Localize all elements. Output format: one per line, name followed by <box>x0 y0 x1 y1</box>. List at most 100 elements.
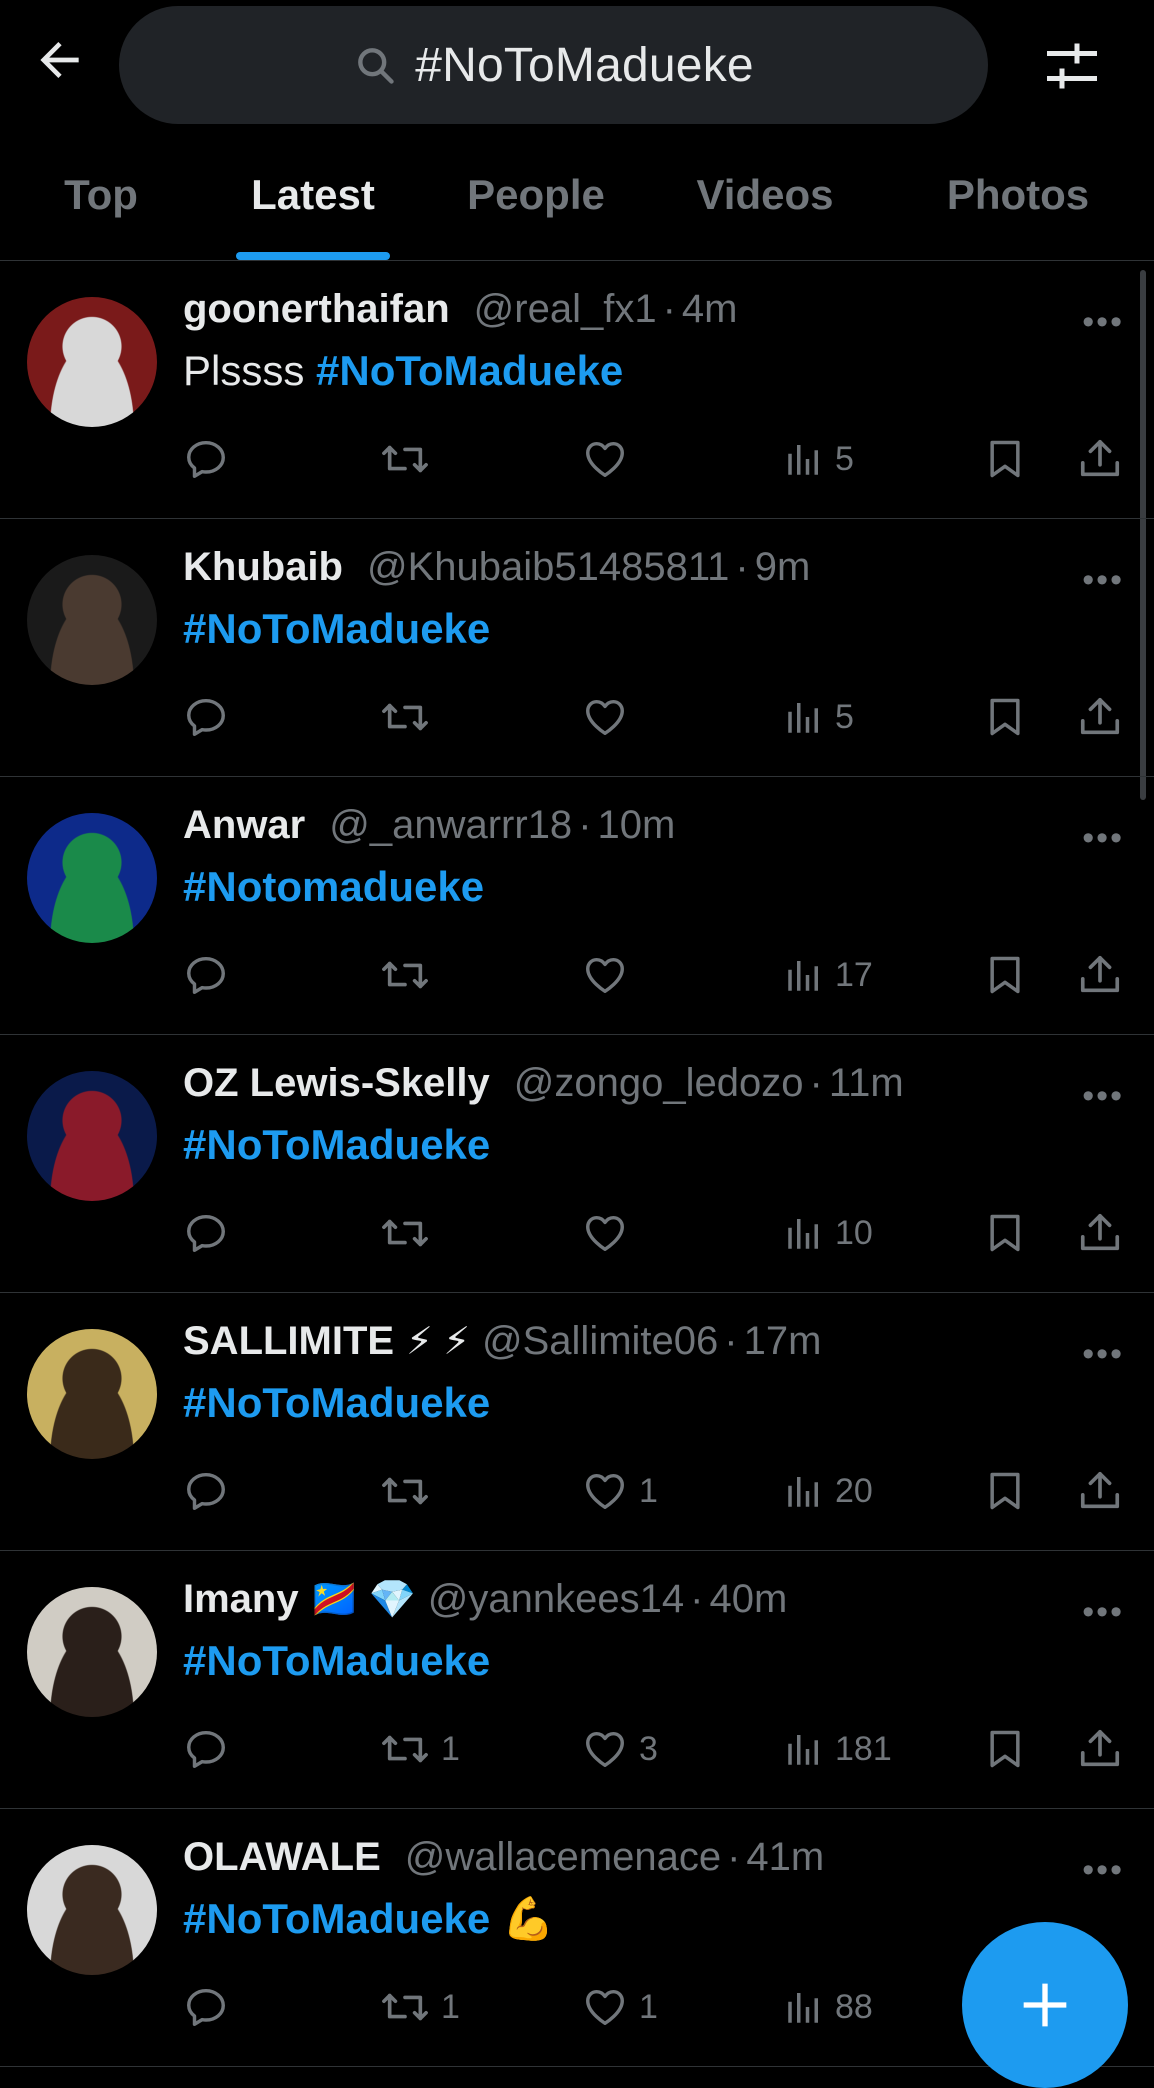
avatar[interactable] <box>27 813 157 943</box>
tweet-row[interactable]: OZ Lewis-Skelly @zongo_ledozo · 11m ••• … <box>0 1035 1154 1293</box>
bookmark-button[interactable] <box>983 1719 1027 1779</box>
bookmark-button[interactable] <box>983 1203 1027 1263</box>
timestamp[interactable]: 11m <box>829 1061 904 1106</box>
tweet-row[interactable]: Anwar @_anwarrr18 · 10m ••• #Notomadueke… <box>0 777 1154 1035</box>
display-name[interactable]: Anwar <box>183 803 305 848</box>
reply-button[interactable] <box>183 429 239 489</box>
views-button[interactable]: 20 <box>783 1461 873 1521</box>
more-options-button[interactable]: ••• <box>1082 1593 1124 1632</box>
like-button[interactable]: 1 <box>581 1977 658 2037</box>
hashtag-link[interactable]: #Notomadueke <box>183 863 484 910</box>
user-handle[interactable]: @Khubaib51485811 <box>367 545 729 590</box>
like-button[interactable] <box>581 1203 639 1263</box>
more-options-button[interactable]: ••• <box>1082 819 1124 858</box>
like-button[interactable]: 3 <box>581 1719 658 1779</box>
timestamp[interactable]: 4m <box>682 287 738 332</box>
reply-button[interactable] <box>183 1719 239 1779</box>
hashtag-link[interactable]: #NoToMadueke <box>183 1895 490 1942</box>
views-button[interactable]: 17 <box>783 945 873 1005</box>
user-handle[interactable]: @_anwarrr18 <box>329 803 572 848</box>
hashtag-link[interactable]: #NoToMadueke <box>183 605 490 652</box>
timestamp[interactable]: 17m <box>744 1319 822 1364</box>
back-button[interactable] <box>28 28 92 92</box>
like-button[interactable] <box>581 429 639 489</box>
retweet-icon <box>379 436 431 482</box>
like-button[interactable] <box>581 687 639 747</box>
like-button[interactable] <box>581 945 639 1005</box>
compose-button[interactable] <box>962 1922 1128 2088</box>
avatar[interactable] <box>27 555 157 685</box>
reply-button[interactable] <box>183 1203 239 1263</box>
more-options-button[interactable]: ••• <box>1082 1851 1124 1890</box>
tab-latest[interactable]: Latest <box>220 130 406 260</box>
more-options-button[interactable]: ••• <box>1082 303 1124 342</box>
timestamp[interactable]: 10m <box>598 803 676 848</box>
tab-photos[interactable]: Photos <box>920 130 1116 260</box>
more-options-button[interactable]: ••• <box>1082 561 1124 600</box>
share-button[interactable] <box>1077 1203 1123 1263</box>
user-handle[interactable]: @Sallimite06 <box>482 1319 718 1364</box>
avatar[interactable] <box>27 1587 157 1717</box>
avatar[interactable] <box>27 1071 157 1201</box>
share-button[interactable] <box>1077 1461 1123 1521</box>
retweet-button[interactable]: 1 <box>379 1719 460 1779</box>
views-button[interactable]: 88 <box>783 1977 873 2037</box>
timestamp[interactable]: 9m <box>755 545 811 590</box>
display-name[interactable]: OZ Lewis-Skelly <box>183 1061 490 1106</box>
bookmark-button[interactable] <box>983 687 1027 747</box>
views-button[interactable]: 5 <box>783 687 854 747</box>
display-name[interactable]: SALLIMITE <box>183 1319 394 1364</box>
tweet-row[interactable]: Khubaib @Khubaib51485811 · 9m ••• #NoToM… <box>0 519 1154 777</box>
tab-people[interactable]: People <box>450 130 622 260</box>
bookmark-button[interactable] <box>983 945 1027 1005</box>
bookmark-button[interactable] <box>983 1461 1027 1521</box>
user-handle[interactable]: @yannkees14 <box>428 1577 684 1622</box>
share-button[interactable] <box>1077 687 1123 747</box>
reply-button[interactable] <box>183 945 239 1005</box>
bookmark-button[interactable] <box>983 429 1027 489</box>
user-handle[interactable]: @wallacemenace <box>405 1835 721 1880</box>
hashtag-link[interactable]: #NoToMadueke <box>316 347 623 394</box>
reply-button[interactable] <box>183 1977 239 2037</box>
user-handle[interactable]: @zongo_ledozo <box>514 1061 804 1106</box>
hashtag-link[interactable]: #NoToMadueke <box>183 1379 490 1426</box>
avatar[interactable] <box>27 1329 157 1459</box>
search-input[interactable]: #NoToMadueke <box>119 6 988 124</box>
reply-button[interactable] <box>183 687 239 747</box>
share-button[interactable] <box>1077 945 1123 1005</box>
like-button[interactable]: 1 <box>581 1461 658 1521</box>
tab-videos[interactable]: Videos <box>680 130 850 260</box>
like-count: 1 <box>639 1987 658 2026</box>
display-name[interactable]: Imany <box>183 1577 299 1622</box>
tweet-row[interactable]: Imany 🇨🇩 💎 @yannkees14 · 40m ••• #NoToMa… <box>0 1551 1154 1809</box>
tab-top[interactable]: Top <box>40 130 162 260</box>
search-filter-button[interactable] <box>1036 30 1108 102</box>
retweet-button[interactable] <box>379 1203 441 1263</box>
more-icon: ••• <box>1082 1335 1124 1373</box>
avatar[interactable] <box>27 1845 157 1975</box>
retweet-button[interactable] <box>379 429 441 489</box>
retweet-button[interactable] <box>379 945 441 1005</box>
reply-button[interactable] <box>183 1461 239 1521</box>
display-name[interactable]: goonerthaifan <box>183 287 450 332</box>
retweet-button[interactable] <box>379 1461 441 1521</box>
display-name[interactable]: Khubaib <box>183 545 343 590</box>
retweet-button[interactable]: 1 <box>379 1977 460 2037</box>
display-name[interactable]: OLAWALE <box>183 1835 381 1880</box>
more-options-button[interactable]: ••• <box>1082 1335 1124 1374</box>
views-button[interactable]: 5 <box>783 429 854 489</box>
share-button[interactable] <box>1077 1719 1123 1779</box>
hashtag-link[interactable]: #NoToMadueke <box>183 1637 490 1684</box>
tweet-row[interactable]: SALLIMITE ⚡ ⚡ @Sallimite06 · 17m ••• #No… <box>0 1293 1154 1551</box>
views-button[interactable]: 181 <box>783 1719 892 1779</box>
share-button[interactable] <box>1077 429 1123 489</box>
timestamp[interactable]: 40m <box>709 1577 787 1622</box>
retweet-button[interactable] <box>379 687 441 747</box>
hashtag-link[interactable]: #NoToMadueke <box>183 1121 490 1168</box>
tweet-row[interactable]: goonerthaifan @real_fx1 · 4m ••• Plssss … <box>0 261 1154 519</box>
more-options-button[interactable]: ••• <box>1082 1077 1124 1116</box>
timestamp[interactable]: 41m <box>746 1835 824 1880</box>
views-button[interactable]: 10 <box>783 1203 873 1263</box>
user-handle[interactable]: @real_fx1 <box>474 287 657 332</box>
avatar[interactable] <box>27 297 157 427</box>
